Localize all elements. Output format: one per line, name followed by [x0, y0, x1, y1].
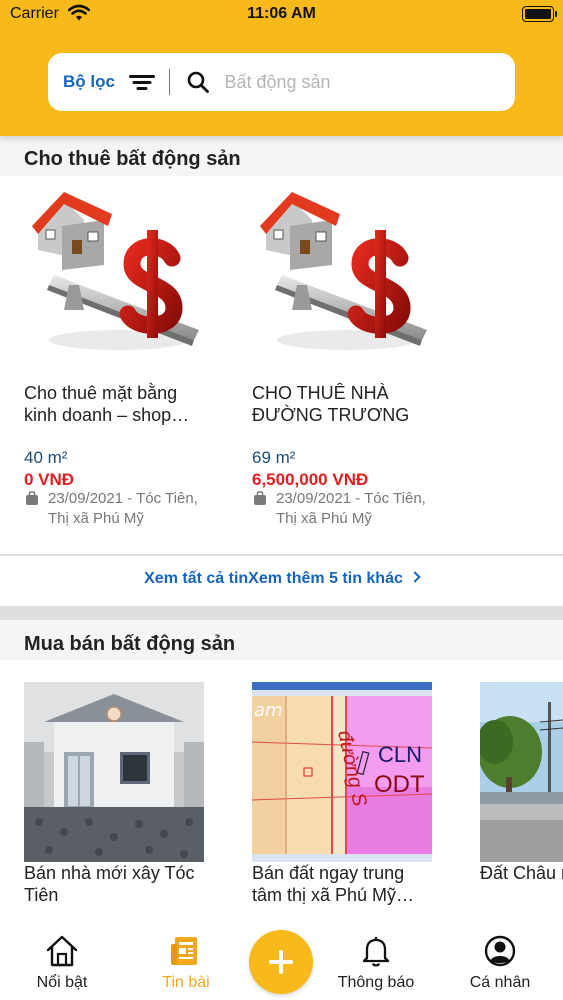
- listing-area: 40 m²: [24, 448, 68, 467]
- map-label: CLN: [378, 742, 422, 767]
- tab-thong-bao[interactable]: Thông báo: [326, 934, 426, 992]
- listing-thumbnail[interactable]: [24, 682, 204, 862]
- filter-icon[interactable]: [128, 72, 155, 92]
- listing-card[interactable]: CHO THUÊ NHÀ ĐƯỜNG TRƯƠNG C… 69 m² 6,500…: [252, 190, 434, 530]
- bell-icon[interactable]: [359, 934, 393, 968]
- map-label: am: [254, 700, 283, 721]
- divider: [0, 554, 563, 556]
- listing-thumbnail[interactable]: am CLN ODT đường S: [252, 682, 432, 862]
- tab-tin-bai[interactable]: Tin bài: [136, 934, 236, 992]
- listing-title[interactable]: Đất Châu nhựa 5×32: [480, 862, 563, 906]
- bottom-tab-bar: Nổi bật Tin bài Thông báo Cá nhân: [0, 920, 563, 1000]
- add-post-button[interactable]: [249, 930, 313, 994]
- search-divider: [168, 69, 171, 95]
- listing-date-location: 23/09/2021 - Tóc Tiên, Thị xã Phú Mỹ: [276, 490, 426, 527]
- map-label: ODT: [374, 771, 425, 798]
- tab-label[interactable]: Tin bài: [136, 974, 236, 992]
- rental-section: Cho thuê bất động sản Cho thuê mặt bằng …: [0, 136, 563, 606]
- listing-price: 0 VNĐ: [24, 470, 75, 489]
- chevron-right-icon[interactable]: [409, 571, 421, 583]
- home-icon[interactable]: [45, 934, 79, 968]
- briefcase-icon: [26, 491, 38, 505]
- listing-thumbnail[interactable]: [24, 190, 204, 370]
- search-bar: Bộ lọc: [48, 53, 515, 111]
- user-icon[interactable]: [483, 934, 517, 968]
- app-header: Bộ lọc: [0, 28, 563, 136]
- briefcase-icon: [254, 491, 266, 505]
- news-icon[interactable]: [169, 934, 203, 968]
- listing-area: 69 m²: [252, 448, 296, 467]
- listing-date-location: 23/09/2021 - Tóc Tiên, Thị xã Phú Mỹ: [48, 490, 198, 527]
- tab-label[interactable]: Nổi bật: [12, 974, 112, 992]
- listing-meta: 23/09/2021 - Tóc Tiên, Thị xã Phú Mỹ: [24, 489, 206, 529]
- listing-card[interactable]: Cho thuê mặt bằng kinh doanh – shop… 40 …: [24, 190, 206, 530]
- listing-title[interactable]: Bán đất ngay trung tâm thị xã Phú Mỹ…: [252, 862, 434, 906]
- search-input[interactable]: [224, 71, 475, 93]
- listing-thumbnail[interactable]: [252, 190, 432, 370]
- filter-button[interactable]: Bộ lọc: [63, 72, 115, 92]
- listing-meta: 23/09/2021 - Tóc Tiên, Thị xã Phú Mỹ: [252, 489, 434, 529]
- see-all-label[interactable]: Xem tất cả tinXem thêm 5 tin khác: [144, 570, 403, 587]
- listing-thumbnail[interactable]: [480, 682, 563, 862]
- section-title: Cho thuê bất động sản: [24, 148, 241, 170]
- battery-icon: [522, 6, 557, 22]
- listing-title[interactable]: Bán nhà mới xây Tóc Tiên: [24, 862, 206, 906]
- tab-label[interactable]: Cá nhân: [450, 974, 550, 992]
- tab-ca-nhan[interactable]: Cá nhân: [450, 934, 550, 992]
- section-separator: [0, 606, 563, 620]
- tab-noi-bat[interactable]: Nổi bật: [12, 934, 112, 992]
- listing-price: 6,500,000 VNĐ: [252, 470, 369, 489]
- sale-section: Mua bán bất động sản Bán nhà mới xây Tóc…: [0, 620, 563, 920]
- plus-icon[interactable]: [279, 950, 283, 974]
- listing-title[interactable]: Cho thuê mặt bằng kinh doanh – shop…: [24, 382, 206, 426]
- status-bar: Carrier 11:06 AM: [0, 0, 563, 28]
- search-icon[interactable]: [186, 70, 210, 94]
- listing-title[interactable]: CHO THUÊ NHÀ ĐƯỜNG TRƯƠNG C…: [252, 382, 434, 426]
- clock-label: 11:06 AM: [247, 5, 316, 22]
- tab-label[interactable]: Thông báo: [326, 974, 426, 992]
- see-all-link[interactable]: Xem tất cả tinXem thêm 5 tin khác: [0, 570, 563, 588]
- section-title: Mua bán bất động sản: [24, 633, 236, 655]
